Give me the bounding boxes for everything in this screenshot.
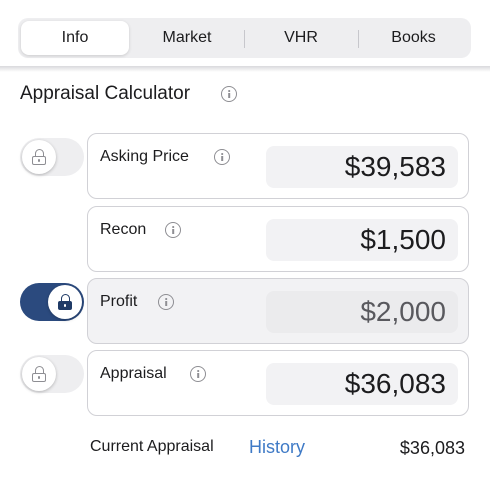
info-icon[interactable] bbox=[221, 86, 237, 102]
history-link[interactable]: History bbox=[249, 437, 305, 458]
info-icon[interactable] bbox=[214, 149, 230, 165]
lock-toggle-asking-price[interactable] bbox=[20, 138, 84, 176]
asking-price-label: Asking Price bbox=[100, 148, 189, 165]
info-icon[interactable] bbox=[165, 222, 181, 238]
lock-toggle-profit[interactable] bbox=[20, 283, 84, 321]
appraisal-card: Appraisal $36,083 bbox=[87, 350, 469, 416]
current-appraisal-value: $36,083 bbox=[399, 438, 465, 458]
asking-price-card: Asking Price $39,583 bbox=[87, 133, 469, 199]
profit-field[interactable]: $2,000 bbox=[266, 291, 458, 333]
asking-price-field[interactable]: $39,583 bbox=[266, 146, 458, 188]
lock-icon bbox=[32, 366, 46, 382]
current-appraisal-label: Current Appraisal bbox=[90, 438, 214, 455]
profit-label: Profit bbox=[100, 293, 138, 310]
tab-books[interactable]: Books bbox=[359, 21, 468, 55]
tab-vhr[interactable]: VHR bbox=[245, 21, 357, 55]
lock-icon bbox=[32, 149, 46, 165]
lock-icon bbox=[58, 294, 72, 310]
recon-card: Recon $1,500 bbox=[87, 206, 469, 272]
profit-card: Profit $2,000 bbox=[87, 278, 469, 344]
appraisal-field[interactable]: $36,083 bbox=[266, 363, 458, 405]
lock-toggle-appraisal[interactable] bbox=[20, 355, 84, 393]
toggle-knob bbox=[22, 357, 56, 391]
recon-label: Recon bbox=[100, 221, 147, 238]
recon-field[interactable]: $1,500 bbox=[266, 219, 458, 261]
tab-info[interactable]: Info bbox=[21, 21, 129, 55]
info-icon[interactable] bbox=[190, 366, 206, 382]
header-divider bbox=[0, 66, 490, 72]
toggle-knob bbox=[22, 140, 56, 174]
section-title: Appraisal Calculator bbox=[20, 83, 191, 104]
toggle-knob bbox=[48, 285, 82, 319]
info-icon[interactable] bbox=[158, 294, 174, 310]
tab-market[interactable]: Market bbox=[131, 21, 243, 55]
segmented-tabs: Info Market VHR Books bbox=[18, 18, 471, 58]
appraisal-label: Appraisal bbox=[100, 365, 167, 382]
